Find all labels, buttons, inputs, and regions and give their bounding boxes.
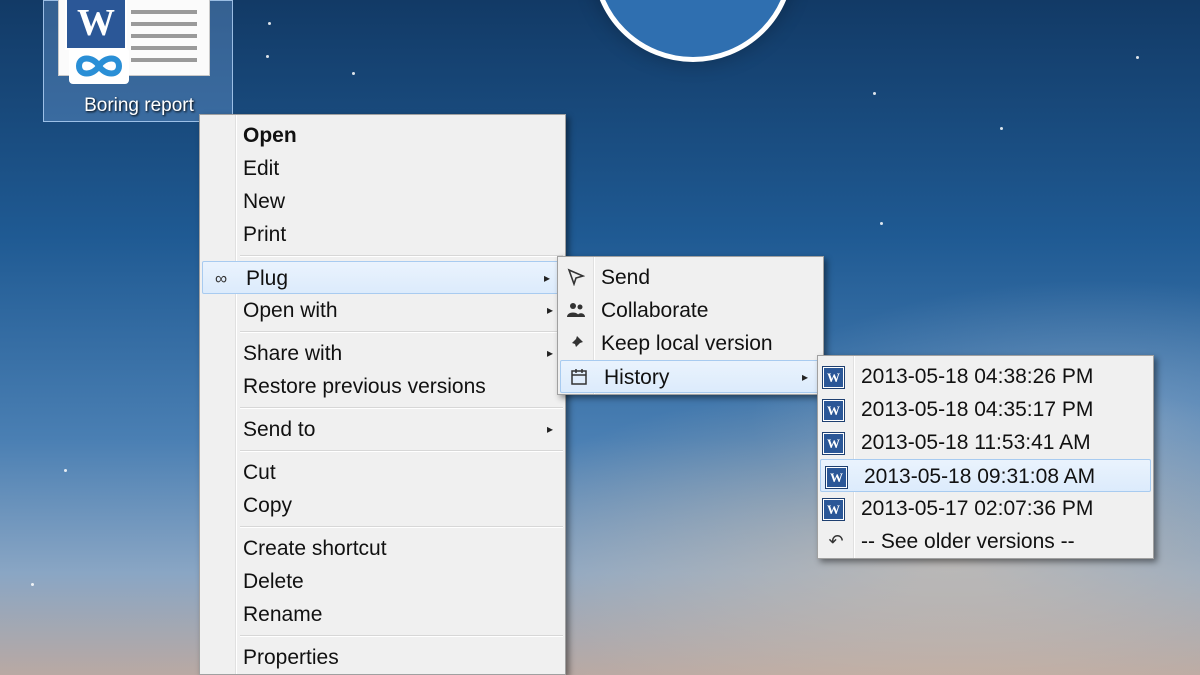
- send-icon: [564, 261, 588, 294]
- menu-item-new[interactable]: New: [200, 185, 565, 218]
- infinity-icon: ∞: [214, 269, 228, 288]
- menu-separator: [240, 450, 563, 452]
- menu-separator: [240, 255, 563, 257]
- plug-infinity-icon: [69, 48, 129, 84]
- menu-item-create-shortcut[interactable]: Create shortcut: [200, 532, 565, 565]
- history-item-label: 2013-05-18 09:31:08 AM: [864, 465, 1096, 488]
- menu-item-edit[interactable]: Edit: [200, 152, 565, 185]
- menu-separator: [240, 526, 563, 528]
- word-logo-icon: W: [65, 0, 127, 50]
- star: [268, 22, 271, 25]
- history-item-label: 2013-05-17 02:07:36 PM: [861, 497, 1094, 520]
- menu-item-label: History: [604, 366, 670, 389]
- history-item[interactable]: W 2013-05-18 04:38:26 PM: [818, 360, 1153, 393]
- star: [880, 222, 883, 225]
- menu-item-label: Send to: [243, 418, 316, 441]
- menu-item-label: Edit: [243, 157, 280, 180]
- menu-item-cut[interactable]: Cut: [200, 456, 565, 489]
- menu-item-label: New: [243, 190, 286, 213]
- star: [266, 55, 269, 58]
- word-doc-icon: W: [822, 432, 845, 455]
- document-thumbnail: W: [58, 0, 210, 84]
- menu-item-label: Copy: [243, 494, 293, 517]
- submenu-item-send[interactable]: Send: [558, 261, 823, 294]
- menu-item-open[interactable]: Open: [200, 119, 565, 152]
- history-item[interactable]: W 2013-05-18 11:53:41 AM: [818, 426, 1153, 459]
- history-item-label: 2013-05-18 04:35:17 PM: [861, 398, 1094, 421]
- history-item-label: 2013-05-18 11:53:41 AM: [861, 431, 1091, 454]
- collaborate-icon: [564, 294, 588, 327]
- desktop-file-icon[interactable]: W Boring report: [43, 0, 233, 122]
- menu-item-label: Delete: [243, 570, 304, 593]
- menu-item-label: Print: [243, 223, 287, 246]
- history-item[interactable]: W 2013-05-18 09:31:08 AM: [820, 459, 1151, 492]
- menu-item-share-with[interactable]: Share with ▸: [200, 337, 565, 370]
- menu-item-plug[interactable]: ∞ Plug ▸: [202, 261, 563, 294]
- submenu-arrow-icon: ▸: [546, 303, 553, 317]
- star: [873, 92, 876, 95]
- undo-arrow-icon: ↶: [828, 531, 844, 551]
- history-submenu: W 2013-05-18 04:38:26 PM W 2013-05-18 04…: [817, 355, 1154, 559]
- submenu-item-history[interactable]: History ▸: [560, 360, 821, 393]
- menu-item-restore-previous-versions[interactable]: Restore previous versions: [200, 370, 565, 403]
- pin-icon: [564, 327, 588, 360]
- submenu-arrow-icon: ▸: [546, 346, 553, 360]
- word-doc-icon: W: [822, 366, 845, 389]
- menu-item-label: Rename: [243, 603, 323, 626]
- menu-item-properties[interactable]: Properties: [200, 641, 565, 674]
- submenu-arrow-icon: ▸: [801, 370, 808, 384]
- menu-item-open-with[interactable]: Open with ▸: [200, 294, 565, 327]
- menu-item-label: Share with: [243, 342, 343, 365]
- menu-item-rename[interactable]: Rename: [200, 598, 565, 631]
- star: [31, 583, 34, 586]
- history-item[interactable]: W 2013-05-18 04:35:17 PM: [818, 393, 1153, 426]
- menu-separator: [240, 331, 563, 333]
- word-doc-icon: W: [822, 498, 845, 521]
- menu-separator: [240, 407, 563, 409]
- history-item-label: -- See older versions --: [861, 530, 1075, 553]
- submenu-item-keep-local-version[interactable]: Keep local version: [558, 327, 823, 360]
- menu-item-label: Create shortcut: [243, 537, 387, 560]
- menu-item-label: Send: [601, 266, 651, 289]
- menu-item-label: Open: [243, 124, 297, 147]
- star: [64, 469, 67, 472]
- star: [1136, 56, 1139, 59]
- word-doc-icon: W: [825, 466, 848, 489]
- star: [352, 72, 355, 75]
- menu-item-label: Restore previous versions: [243, 375, 486, 398]
- menu-item-delete[interactable]: Delete: [200, 565, 565, 598]
- see-older-versions-item[interactable]: ↶ -- See older versions --: [818, 525, 1153, 558]
- menu-item-send-to[interactable]: Send to ▸: [200, 413, 565, 446]
- menu-item-label: Plug: [246, 267, 289, 290]
- word-doc-icon: W: [822, 399, 845, 422]
- menu-separator: [240, 635, 563, 637]
- submenu-item-collaborate[interactable]: Collaborate: [558, 294, 823, 327]
- menu-item-label: Cut: [243, 461, 276, 484]
- plug-submenu: Send Collaborate Keep local version Hist…: [557, 256, 824, 395]
- submenu-arrow-icon: ▸: [546, 422, 553, 436]
- submenu-arrow-icon: ▸: [543, 271, 550, 285]
- menu-item-label: Properties: [243, 646, 339, 669]
- history-item[interactable]: W 2013-05-17 02:07:36 PM: [818, 492, 1153, 525]
- menu-item-label: Collaborate: [601, 299, 709, 322]
- history-item-label: 2013-05-18 04:38:26 PM: [861, 365, 1094, 388]
- context-menu: Open Edit New Print ∞ Plug ▸ Open with ▸…: [199, 114, 566, 675]
- menu-item-label: Keep local version: [601, 332, 773, 355]
- menu-item-label: Open with: [243, 299, 338, 322]
- wallpaper-planet: [592, 0, 794, 62]
- menu-item-print[interactable]: Print: [200, 218, 565, 251]
- star: [1000, 127, 1003, 130]
- calendar-icon: [567, 361, 591, 394]
- menu-item-copy[interactable]: Copy: [200, 489, 565, 522]
